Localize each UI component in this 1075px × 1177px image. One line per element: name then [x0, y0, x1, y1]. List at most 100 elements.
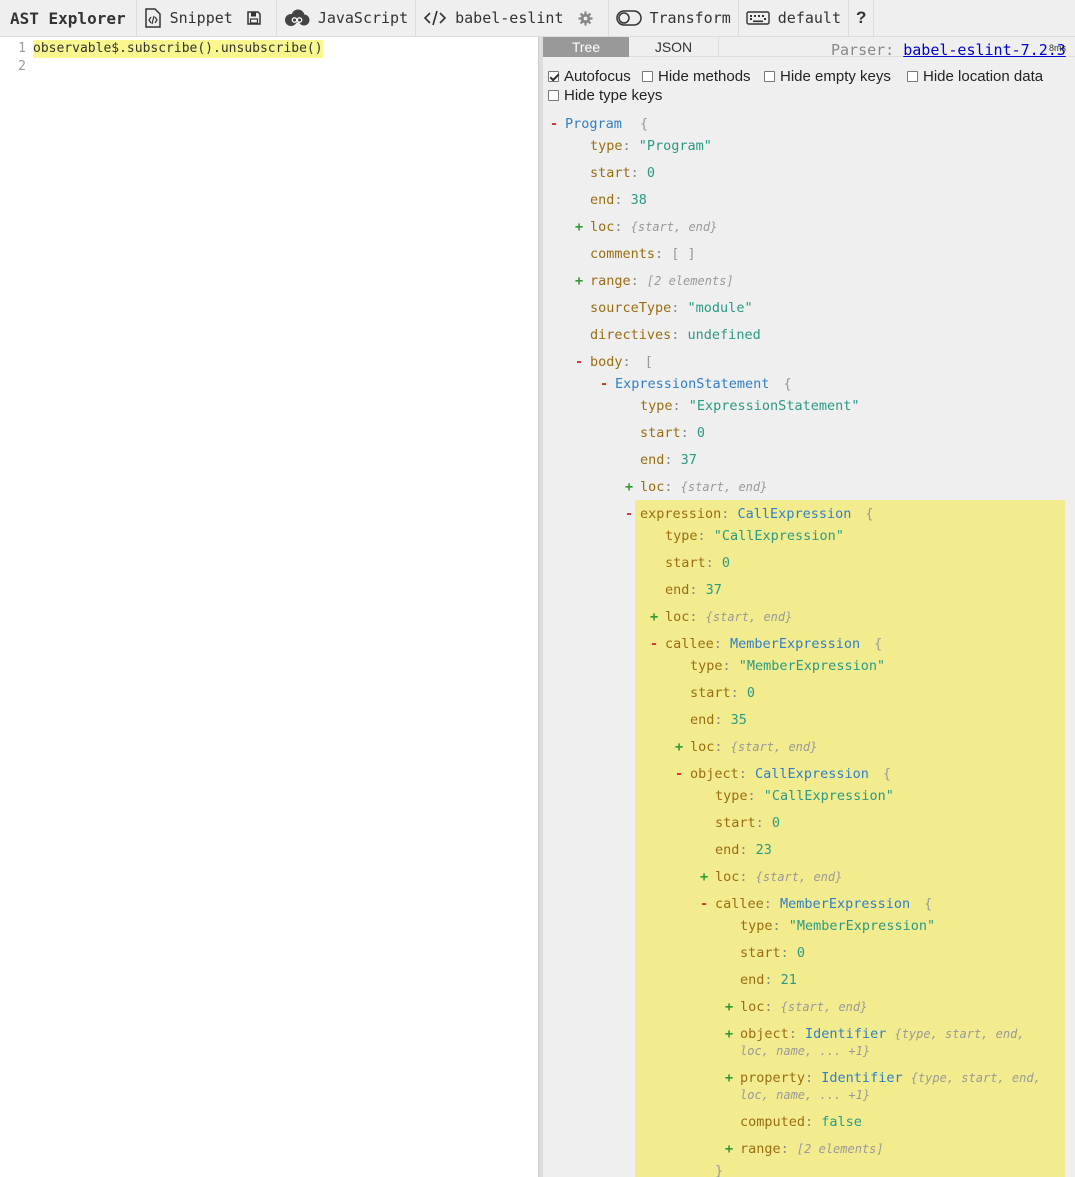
hide-type-keys-label[interactable]: Hide type keys	[564, 87, 662, 104]
tree-prop-loc[interactable]: + loc: {start, end}	[700, 869, 842, 886]
autofocus-label[interactable]: Autofocus	[564, 68, 631, 85]
collapse-toggle[interactable]: -	[650, 636, 658, 653]
tree-node-summary: loc, name, ... +1}	[740, 1088, 871, 1102]
ast-tree: - Program { type: "Program" start: 0 end…	[543, 110, 1075, 1177]
transform-toggle[interactable]: Transform	[607, 0, 738, 37]
file-code-icon	[144, 8, 161, 28]
expand-toggle[interactable]: +	[575, 219, 583, 236]
tree-prop-range[interactable]: + range: [2 elements]	[575, 273, 734, 290]
tab-json[interactable]: JSON	[629, 37, 719, 57]
tree-prop-start: start: 0	[690, 685, 756, 701]
output-panel: Tree JSON Parser: babel-eslint-7.2.3 8ms…	[543, 37, 1075, 1177]
parser-label: babel-eslint	[455, 9, 564, 27]
tree-node-object[interactable]: + object: Identifier {type, start, end,	[725, 1026, 1025, 1043]
tree-prop-type: type: "CallExpression"	[665, 528, 844, 544]
tree-prop-loc[interactable]: + loc: {start, end}	[575, 219, 717, 236]
collapse-toggle[interactable]: -	[675, 766, 683, 783]
tree-prop-start: start: 0	[715, 815, 781, 831]
snippet-button[interactable]: Snippet	[135, 0, 240, 37]
tree-prop-loc[interactable]: + loc: {start, end}	[725, 999, 867, 1016]
tree-node-program[interactable]: - Program {	[550, 116, 648, 133]
hide-methods-checkbox[interactable]	[642, 71, 653, 82]
help-icon: ?	[856, 8, 867, 27]
tree-prop-type: type: "CallExpression"	[715, 788, 894, 804]
hide-type-keys-checkbox[interactable]	[548, 90, 559, 101]
tree-prop-start: start: 0	[590, 165, 656, 181]
tree-prop-start: start: 0	[640, 425, 706, 441]
save-button[interactable]	[240, 0, 276, 37]
snippet-label: Snippet	[169, 9, 233, 27]
tree-prop-computed: computed: false	[740, 1114, 862, 1130]
hide-empty-keys-checkbox[interactable]	[764, 71, 775, 82]
expand-toggle[interactable]: +	[725, 1026, 733, 1043]
tree-node-object[interactable]: - object: CallExpression{	[675, 766, 891, 783]
tree-prop-range[interactable]: + range: [2 elements]	[725, 1141, 884, 1158]
expand-toggle[interactable]: +	[575, 273, 583, 290]
tree-prop-end: end: 38	[590, 192, 647, 208]
tree-prop-body[interactable]: - body: [	[575, 354, 653, 371]
line-text[interactable]: observable$.subscribe().unsubscribe()	[33, 40, 323, 58]
tree-node-callee[interactable]: - callee: MemberExpression{	[700, 896, 932, 913]
language-label: JavaScript	[317, 9, 409, 27]
collapse-toggle[interactable]: -	[550, 116, 558, 133]
tree-prop-comments: comments: [ ]	[590, 246, 696, 262]
parser-settings-button[interactable]	[571, 0, 608, 37]
node-type-name[interactable]: Program	[565, 116, 622, 132]
app-title: AST Explorer	[10, 8, 126, 28]
tree-node-expression[interactable]: - expression: CallExpression{	[625, 506, 873, 523]
editor-line[interactable]: 1 observable$.subscribe().unsubscribe()	[0, 40, 538, 58]
hide-location-data-label[interactable]: Hide location data	[923, 68, 1043, 85]
tree-prop-type: type: "MemberExpression"	[740, 918, 936, 934]
expand-toggle[interactable]: +	[725, 999, 733, 1016]
expand-toggle[interactable]: +	[675, 739, 683, 756]
tree-prop-type: type: "Program"	[590, 138, 712, 154]
tree-node-property[interactable]: + property: Identifier {type, start, end,	[725, 1070, 1041, 1087]
tree-prop-loc[interactable]: + loc: {start, end}	[650, 609, 792, 626]
collapse-toggle[interactable]: -	[575, 354, 583, 371]
expand-toggle[interactable]: +	[700, 869, 708, 886]
collapse-toggle[interactable]: -	[700, 896, 708, 913]
keyboard-icon	[746, 11, 770, 25]
option-autofocus[interactable]: Autofocus	[548, 68, 631, 85]
expand-toggle[interactable]: +	[725, 1141, 733, 1158]
editor-line[interactable]: 2	[0, 58, 538, 76]
tree-prop-end: end: 21	[740, 972, 797, 988]
hide-location-data-checkbox[interactable]	[907, 71, 918, 82]
line-number: 2	[18, 59, 26, 74]
tree-prop-type: type: "MemberExpression"	[690, 658, 886, 674]
code-editor[interactable]: 1 observable$.subscribe().unsubscribe() …	[0, 37, 538, 1177]
parser-button[interactable]: babel-eslint	[415, 0, 570, 37]
expand-toggle[interactable]: +	[625, 479, 633, 496]
autofocus-checkbox[interactable]	[548, 71, 559, 82]
tree-node-summary: loc, name, ... +1}	[740, 1044, 871, 1058]
tree-prop-end: end: 37	[665, 582, 722, 598]
parse-time: 8ms	[1049, 43, 1067, 53]
option-hide-empty-keys[interactable]: Hide empty keys	[764, 68, 891, 85]
output-tabs: Tree JSON Parser: babel-eslint-7.2.3 8ms	[543, 37, 1075, 59]
tree-prop-directives: directives: undefined	[590, 327, 761, 343]
keymap-label: default	[777, 9, 841, 27]
hide-empty-keys-label[interactable]: Hide empty keys	[780, 68, 891, 85]
tree-prop-sourcetype: sourceType: "module"	[590, 300, 753, 316]
collapse-toggle[interactable]: -	[625, 506, 633, 523]
tree-prop-end: end: 35	[690, 712, 747, 728]
expand-toggle[interactable]: +	[725, 1070, 733, 1087]
tree-prop-loc[interactable]: + loc: {start, end}	[625, 479, 767, 496]
expand-toggle[interactable]: +	[650, 609, 658, 626]
option-hide-location-data[interactable]: Hide location data	[907, 68, 1043, 85]
keymap-button[interactable]: default	[737, 0, 848, 37]
tab-tree[interactable]: Tree	[543, 37, 629, 57]
collapse-toggle[interactable]: -	[600, 376, 608, 393]
tree-prop-start: start: 0	[665, 555, 731, 571]
help-button[interactable]: ?	[848, 0, 875, 37]
line-number: 1	[18, 41, 26, 56]
hide-methods-label[interactable]: Hide methods	[658, 68, 751, 85]
language-button[interactable]: JavaScript	[275, 0, 415, 37]
gear-icon	[577, 10, 593, 26]
tree-node-expressionstatement[interactable]: - ExpressionStatement{	[600, 376, 792, 393]
option-hide-type-keys[interactable]: Hide type keys	[548, 87, 662, 104]
tree-prop-end: end: 37	[640, 452, 697, 468]
option-hide-methods[interactable]: Hide methods	[642, 68, 751, 85]
tree-prop-loc[interactable]: + loc: {start, end}	[675, 739, 817, 756]
tree-node-callee[interactable]: - callee: MemberExpression{	[650, 636, 882, 653]
